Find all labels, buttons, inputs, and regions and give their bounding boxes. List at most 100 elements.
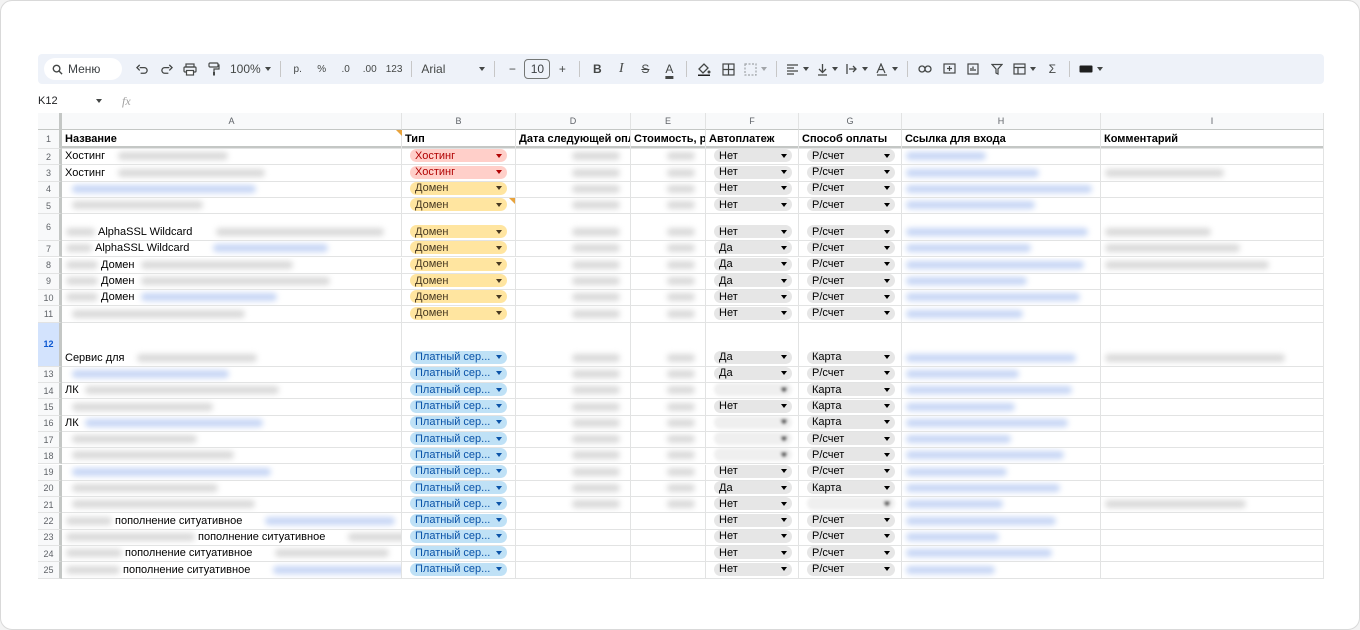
payment-method-cell[interactable]: Р/счет: [799, 214, 902, 242]
strikethrough-button[interactable]: S: [634, 58, 656, 80]
payment-method-cell[interactable]: Р/счет: [799, 513, 902, 530]
autopay-dropdown-chip[interactable]: Да: [714, 257, 792, 271]
type-cell[interactable]: Хостинг: [402, 149, 516, 166]
name-cell[interactable]: Домен: [62, 257, 402, 274]
type-dropdown-chip[interactable]: Платный сер...: [410, 432, 507, 446]
type-dropdown-chip[interactable]: Платный сер...: [410, 562, 507, 576]
comment-cell[interactable]: [1101, 464, 1324, 481]
login-link-cell[interactable]: [902, 214, 1101, 242]
payment-method-cell[interactable]: Карта: [799, 399, 902, 416]
next-payment-date-cell[interactable]: [516, 322, 631, 367]
autopay-cell[interactable]: Нет: [706, 214, 799, 242]
type-cell[interactable]: Домен: [402, 181, 516, 198]
payment-method-dropdown-chip[interactable]: Р/счет: [807, 529, 895, 543]
vertical-align-icon[interactable]: [814, 58, 841, 80]
payment-method-dropdown-chip[interactable]: Р/счет: [807, 513, 895, 527]
login-link-cell[interactable]: [902, 290, 1101, 307]
text-color-button[interactable]: A: [658, 58, 680, 80]
row-number[interactable]: 8: [38, 257, 62, 274]
name-cell[interactable]: пополнение ситуативное: [62, 513, 402, 530]
header-cell-a[interactable]: Название: [62, 130, 402, 149]
payment-method-dropdown-chip[interactable]: Карта: [807, 481, 895, 495]
autopay-cell[interactable]: Нет: [706, 181, 799, 198]
autopay-cell[interactable]: Нет: [706, 513, 799, 530]
spreadsheet-grid[interactable]: A B D E F G H I 1 Название Тип Дата следующей оплат…: [38, 113, 1324, 579]
type-dropdown-chip[interactable]: Платный сер...: [410, 464, 507, 478]
cost-cell[interactable]: [631, 513, 706, 530]
cost-cell[interactable]: [631, 431, 706, 449]
header-cell-g[interactable]: Способ оплаты: [799, 130, 902, 149]
comment-cell[interactable]: [1101, 546, 1324, 563]
payment-method-dropdown-chip[interactable]: Р/счет: [807, 432, 895, 446]
payment-method-dropdown-chip[interactable]: Р/счет: [807, 149, 895, 163]
comment-cell[interactable]: [1101, 181, 1324, 198]
login-link-cell[interactable]: [902, 546, 1101, 563]
chart-icon[interactable]: [962, 58, 984, 80]
row-number[interactable]: 7: [38, 241, 62, 258]
next-payment-date-cell[interactable]: [516, 562, 631, 579]
row-number[interactable]: 9: [38, 273, 62, 291]
row-number[interactable]: 14: [38, 383, 62, 400]
type-cell[interactable]: Платный сер...: [402, 415, 516, 432]
type-cell[interactable]: Домен: [402, 257, 516, 274]
payment-method-cell[interactable]: Р/счет: [799, 273, 902, 291]
autopay-dropdown-chip[interactable]: Да: [714, 481, 792, 495]
type-cell[interactable]: Платный сер...: [402, 366, 516, 383]
autopay-dropdown-chip[interactable]: Да: [714, 350, 792, 364]
row-number[interactable]: 16: [38, 415, 62, 432]
payment-method-cell[interactable]: Карта: [799, 415, 902, 432]
next-payment-date-cell[interactable]: [516, 165, 631, 182]
name-cell[interactable]: Домен: [62, 273, 402, 291]
next-payment-date-cell[interactable]: [516, 464, 631, 481]
payment-method-dropdown-chip[interactable]: Р/счет: [807, 562, 895, 576]
payment-method-cell[interactable]: Р/счет: [799, 181, 902, 198]
next-payment-date-cell[interactable]: [516, 290, 631, 307]
autopay-dropdown-chip[interactable]: Да: [714, 241, 792, 255]
cost-cell[interactable]: [631, 257, 706, 274]
cost-cell[interactable]: [631, 464, 706, 481]
row-number[interactable]: 10: [38, 290, 62, 307]
comment-cell[interactable]: [1101, 383, 1324, 400]
type-dropdown-chip[interactable]: Домен: [410, 290, 507, 304]
next-payment-date-cell[interactable]: [516, 197, 631, 215]
payment-method-cell[interactable]: Р/счет: [799, 448, 902, 465]
payment-method-cell[interactable]: Р/счет: [799, 306, 902, 323]
cost-cell[interactable]: [631, 497, 706, 514]
login-link-cell[interactable]: [902, 529, 1101, 546]
zoom-select[interactable]: 100%: [227, 58, 274, 80]
type-cell[interactable]: Платный сер...: [402, 562, 516, 579]
type-dropdown-chip[interactable]: Домен: [410, 198, 507, 212]
payment-method-cell[interactable]: Р/счет: [799, 165, 902, 182]
payment-method-dropdown-chip[interactable]: Р/счет: [807, 274, 895, 288]
type-cell[interactable]: Домен: [402, 214, 516, 242]
cost-cell[interactable]: [631, 399, 706, 416]
autopay-cell[interactable]: Нет: [706, 546, 799, 563]
name-cell[interactable]: [62, 366, 402, 383]
next-payment-date-cell[interactable]: [516, 366, 631, 383]
name-cell[interactable]: пополнение ситуативное: [62, 529, 402, 546]
next-payment-date-cell[interactable]: [516, 415, 631, 432]
payment-method-dropdown-chip[interactable]: Карта: [807, 415, 895, 429]
comment-cell[interactable]: [1101, 241, 1324, 258]
next-payment-date-cell[interactable]: [516, 383, 631, 400]
header-cell-f[interactable]: Автоплатеж: [706, 130, 799, 149]
functions-button[interactable]: Σ: [1041, 58, 1063, 80]
merge-cells-icon[interactable]: [741, 58, 770, 80]
autopay-cell[interactable]: Нет: [706, 306, 799, 323]
comment-cell[interactable]: [1101, 197, 1324, 215]
cost-cell[interactable]: [631, 149, 706, 166]
type-cell[interactable]: Платный сер...: [402, 546, 516, 563]
autopay-dropdown-chip[interactable]: [714, 448, 792, 462]
row-number[interactable]: 23: [38, 529, 62, 546]
login-link-cell[interactable]: [902, 241, 1101, 258]
type-cell[interactable]: Домен: [402, 197, 516, 215]
name-cell[interactable]: [62, 464, 402, 481]
autopay-cell[interactable]: [706, 415, 799, 432]
payment-method-dropdown-chip[interactable]: Р/счет: [807, 448, 895, 462]
type-dropdown-chip[interactable]: Платный сер...: [410, 383, 507, 397]
row-number[interactable]: 22: [38, 513, 62, 530]
type-dropdown-chip[interactable]: Платный сер...: [410, 448, 507, 462]
comment-icon[interactable]: [938, 58, 960, 80]
name-cell[interactable]: ЛК: [62, 383, 402, 400]
comment-cell[interactable]: [1101, 562, 1324, 579]
